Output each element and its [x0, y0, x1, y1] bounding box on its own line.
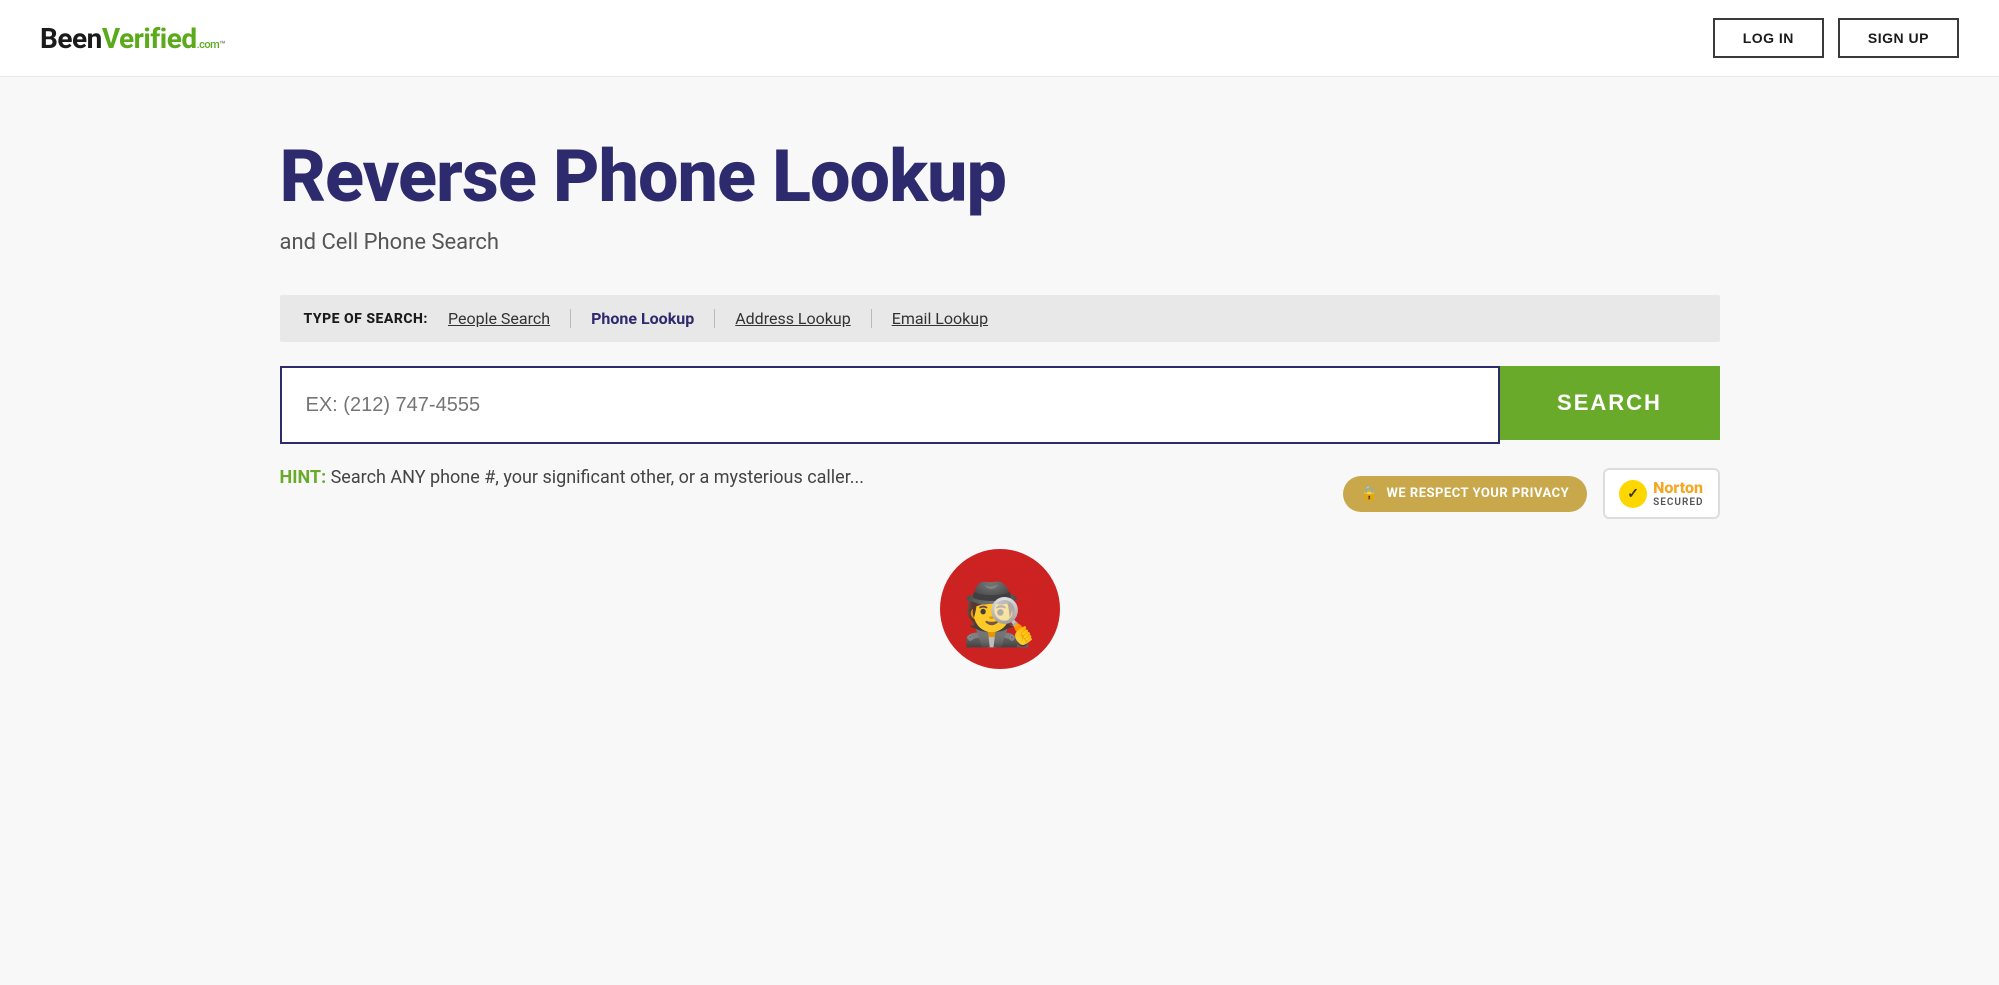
signup-button[interactable]: SIGN UP [1838, 18, 1959, 58]
privacy-badge: 🔒 WE RESPECT YOUR PRIVACY [1343, 476, 1588, 512]
search-button[interactable]: SEARCH [1500, 366, 1720, 440]
login-button[interactable]: LOG IN [1713, 18, 1824, 58]
detective-icon: 🕵️ [962, 579, 1037, 650]
hint-body: Search ANY phone #, your significant oth… [326, 467, 864, 488]
search-type-people[interactable]: People Search [448, 309, 571, 328]
search-input-wrapper [280, 366, 1500, 444]
hint-text: HINT: Search ANY phone #, your significa… [280, 464, 864, 491]
search-type-bar: TYPE OF SEARCH: People Search Phone Look… [280, 295, 1720, 342]
hint-label: HINT: [280, 467, 327, 488]
logo-tm: ™ [219, 40, 225, 51]
badges-container: 🔒 WE RESPECT YOUR PRIVACY ✓ Norton SECUR… [1343, 468, 1720, 519]
norton-secured: SECURED [1653, 497, 1703, 509]
logo-been: Been [40, 22, 102, 55]
privacy-badge-text: WE RESPECT YOUR PRIVACY [1386, 486, 1569, 501]
norton-badge: ✓ Norton SECURED [1603, 468, 1719, 519]
norton-text: Norton SECURED [1653, 478, 1703, 509]
site-logo: BeenVerified.com™ [40, 22, 225, 55]
search-input[interactable] [282, 368, 1498, 442]
bottom-illustration: 🕵️ [280, 549, 1720, 669]
detective-circle: 🕵️ [940, 549, 1060, 669]
norton-name: Norton [1653, 478, 1703, 497]
search-type-address[interactable]: Address Lookup [715, 309, 872, 328]
page-title: Reverse Phone Lookup [280, 137, 1720, 216]
page-header: BeenVerified.com™ LOG IN SIGN UP [0, 0, 1999, 77]
header-buttons: LOG IN SIGN UP [1713, 18, 1959, 58]
logo-dotcom: .com [197, 38, 220, 51]
search-area: SEARCH [280, 366, 1720, 444]
main-content: Reverse Phone Lookup and Cell Phone Sear… [200, 77, 1800, 709]
norton-check-icon: ✓ [1619, 480, 1647, 508]
hint-badges-row: HINT: Search ANY phone #, your significa… [280, 464, 1720, 519]
search-type-label: TYPE OF SEARCH: [304, 311, 429, 327]
search-type-links: People Search Phone Lookup Address Looku… [448, 309, 1008, 328]
logo-verified: Verified [102, 22, 197, 55]
search-type-email[interactable]: Email Lookup [872, 309, 1008, 328]
search-type-phone[interactable]: Phone Lookup [571, 309, 715, 328]
page-subtitle: and Cell Phone Search [280, 230, 1720, 255]
lock-icon: 🔒 [1361, 486, 1379, 502]
